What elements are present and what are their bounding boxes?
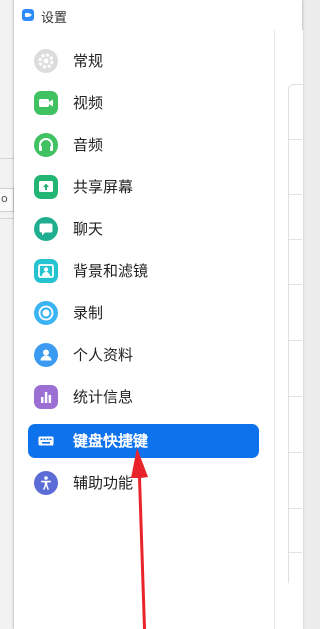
sidebar-item-label: 键盘快捷键 xyxy=(73,432,149,450)
video-icon xyxy=(34,91,58,115)
accessibility-icon xyxy=(34,471,58,495)
settings-window: 设置 常规 视频 音频 共享屏幕 聊天 背景和滤镜 录制 个人资料 统计信息 键… xyxy=(14,0,303,629)
sidebar-item-keyboard-shortcuts[interactable]: 键盘快捷键 xyxy=(28,424,259,458)
content-row-divider xyxy=(289,452,302,453)
content-row-divider xyxy=(289,139,302,140)
sidebar-item-background-filters[interactable]: 背景和滤镜 xyxy=(28,254,259,288)
profile-icon xyxy=(34,343,58,367)
sidebar-item-label: 辅助功能 xyxy=(73,474,134,492)
sidebar-item-statistics[interactable]: 统计信息 xyxy=(28,380,259,414)
keyboard-icon xyxy=(34,429,58,453)
content-row-divider xyxy=(289,396,302,397)
sidebar-item-share-screen[interactable]: 共享屏幕 xyxy=(28,170,259,204)
sidebar-item-video[interactable]: 视频 xyxy=(28,86,259,120)
gear-icon xyxy=(34,49,58,73)
content-row-divider xyxy=(289,508,302,509)
statistics-icon xyxy=(34,385,58,409)
sidebar-item-label: 背景和滤镜 xyxy=(73,262,149,280)
zoom-app-icon xyxy=(22,9,34,21)
sidebar-item-label: 视频 xyxy=(73,94,104,112)
title-bar: 设置 xyxy=(14,0,302,30)
window-title: 设置 xyxy=(41,11,68,26)
background-icon xyxy=(34,259,58,283)
sidebar-item-audio[interactable]: 音频 xyxy=(28,128,259,162)
sidebar-item-label: 聊天 xyxy=(73,220,104,238)
sidebar-item-chat[interactable]: 聊天 xyxy=(28,212,259,246)
record-icon xyxy=(34,301,58,325)
sidebar-item-label: 常规 xyxy=(73,52,104,70)
sidebar-item-general[interactable]: 常规 xyxy=(28,44,259,78)
sidebar-item-profile[interactable]: 个人资料 xyxy=(28,338,259,372)
sidebar-item-accessibility[interactable]: 辅助功能 xyxy=(28,466,259,500)
content-row-divider xyxy=(289,340,302,341)
content-row-divider xyxy=(289,552,302,553)
background-input-fragment: o xyxy=(0,188,14,212)
sidebar-item-label: 音频 xyxy=(73,136,104,154)
content-row-divider xyxy=(289,284,302,285)
sidebar-item-label: 统计信息 xyxy=(73,388,134,406)
background-divider xyxy=(0,158,14,159)
sidebar-item-label: 共享屏幕 xyxy=(73,178,134,196)
background-app-strip xyxy=(0,0,14,629)
content-row-divider xyxy=(289,239,302,240)
content-row-divider xyxy=(289,194,302,195)
headphones-icon xyxy=(34,133,58,157)
background-divider xyxy=(0,218,14,219)
sidebar-item-recording[interactable]: 录制 xyxy=(28,296,259,330)
share-screen-icon xyxy=(34,175,58,199)
chat-icon xyxy=(34,217,58,241)
sidebar-item-label: 录制 xyxy=(73,304,104,322)
sidebar-item-label: 个人资料 xyxy=(73,346,134,364)
